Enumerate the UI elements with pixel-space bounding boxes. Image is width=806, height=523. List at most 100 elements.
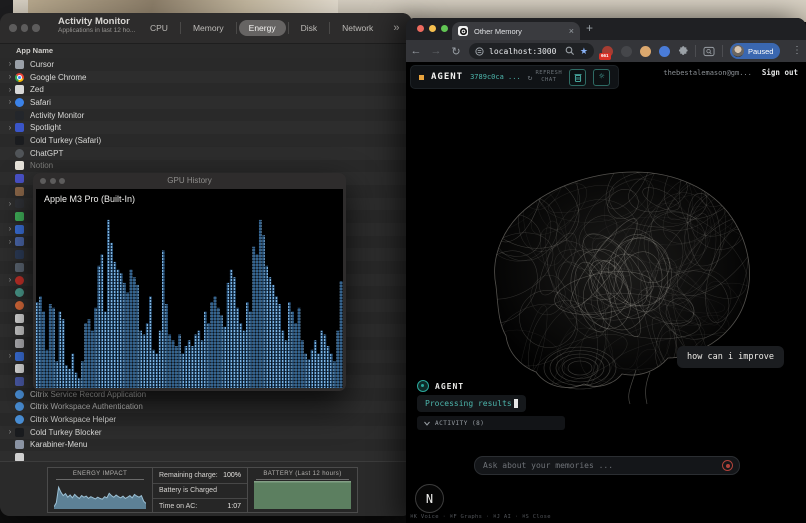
extension-red-icon[interactable]: 661: [602, 46, 613, 57]
extensions-puzzle-icon[interactable]: [677, 46, 688, 57]
refresh-chat-button[interactable]: ↻ REFRESH CHAT: [528, 70, 563, 83]
browser-tab[interactable]: Other Memory ×: [452, 22, 580, 40]
divider: [256, 479, 349, 480]
app-row[interactable]: Notion: [0, 160, 412, 173]
activity-monitor-footer: ENERGY IMPACT Remaining charge:100%Batte…: [0, 461, 412, 516]
info-value: 1:07: [227, 503, 241, 510]
minimize-window-button[interactable]: [21, 24, 29, 32]
window-controls: [417, 25, 448, 32]
close-window-button[interactable]: [9, 24, 17, 32]
new-tab-button[interactable]: +: [586, 21, 593, 35]
app-row[interactable]: Citrix Workspace Helper: [0, 413, 412, 426]
app-row[interactable]: ›Safari: [0, 96, 412, 109]
tab-energy[interactable]: Energy: [239, 20, 286, 36]
app-icon: [15, 212, 24, 221]
zoom-icon[interactable]: [565, 46, 575, 56]
minimize-window-button[interactable]: [50, 178, 56, 184]
maximize-window-button[interactable]: [32, 24, 40, 32]
tab-cpu[interactable]: CPU: [140, 20, 178, 36]
extensions-row: 661 Paused: [602, 40, 780, 62]
app-row[interactable]: ChatGPT: [0, 147, 412, 160]
app-icon: [15, 250, 24, 259]
agent-status-bubble: Processing results: [417, 395, 526, 412]
agent-message-header: AGENT: [417, 380, 464, 392]
close-window-button[interactable]: [417, 25, 424, 32]
app-row[interactable]: › Cold Turkey Blocker: [0, 426, 412, 439]
app-logo[interactable]: N: [415, 484, 444, 513]
extension-blue-icon[interactable]: [659, 46, 670, 57]
app-icon: [15, 149, 24, 158]
agent-message-label: AGENT: [435, 382, 464, 391]
disclosure-icon[interactable]: ›: [5, 200, 15, 208]
app-row[interactable]: ›Spotlight: [0, 121, 412, 134]
sun-icon: ☼: [599, 72, 604, 82]
disclosure-icon[interactable]: ›: [5, 276, 15, 284]
app-icon: [15, 161, 24, 170]
app-row[interactable]: Cold Turkey (Safari): [0, 134, 412, 147]
disclosure-icon[interactable]: ›: [5, 98, 15, 106]
delete-chat-button[interactable]: [569, 69, 586, 86]
agent-session-id: 3789c0ca ...: [470, 73, 521, 81]
app-name: Activity Monitor: [30, 111, 84, 120]
app-name: Cold Turkey Blocker: [30, 428, 102, 437]
reload-icon[interactable]: ↻: [446, 45, 466, 58]
record-button[interactable]: [722, 460, 733, 471]
app-row[interactable]: ›Cursor: [0, 58, 412, 71]
app-icon: [15, 98, 24, 107]
activity-monitor-tabs: CPU Memory Energy DiskNetwork »: [140, 13, 412, 43]
memories-input[interactable]: [481, 460, 722, 471]
theme-toggle-button[interactable]: ☼: [593, 69, 610, 86]
activity-accordion[interactable]: ACTIVITY (8): [417, 416, 565, 430]
tab-disk[interactable]: Disk: [291, 20, 328, 36]
account-area: thebestalemason@gm... Sign out: [663, 68, 798, 77]
site-info-icon[interactable]: [475, 47, 484, 56]
disclosure-icon[interactable]: ›: [5, 225, 15, 233]
maximize-window-button[interactable]: [59, 178, 65, 184]
tab-search-icon[interactable]: [703, 46, 715, 57]
maximize-window-button[interactable]: [441, 25, 448, 32]
close-window-button[interactable]: [40, 178, 46, 184]
app-icon: [15, 123, 24, 132]
account-email: thebestalemason@gm...: [663, 69, 752, 77]
tab-memory[interactable]: Memory: [183, 20, 234, 36]
disclosure-icon[interactable]: ›: [5, 124, 15, 132]
back-icon[interactable]: ←: [406, 45, 426, 57]
toolbar-divider: [722, 45, 723, 57]
disclosure-icon[interactable]: ›: [5, 73, 15, 81]
bookmark-star-icon[interactable]: ★: [580, 46, 588, 57]
app-name: Google Chrome: [30, 73, 86, 82]
overflow-chevron-icon[interactable]: »: [393, 22, 399, 34]
url-text[interactable]: localhost:3000: [489, 47, 565, 56]
sign-out-button[interactable]: Sign out: [762, 68, 798, 77]
app-row[interactable]: ›Zed: [0, 83, 412, 96]
app-row[interactable]: Karabiner-Menu: [0, 439, 412, 452]
disclosure-icon[interactable]: ›: [5, 238, 15, 246]
minimize-window-button[interactable]: [429, 25, 436, 32]
tab-divider: [288, 22, 289, 34]
app-icon: [15, 225, 24, 234]
address-bar[interactable]: localhost:3000 ★: [469, 43, 594, 59]
disclosure-icon[interactable]: ›: [5, 86, 15, 94]
browser-menu-icon[interactable]: ⋮: [792, 40, 802, 62]
gpu-history-window: GPU History Apple M3 Pro (Built-In): [33, 173, 346, 391]
extension-gray-icon[interactable]: [621, 46, 632, 57]
app-icon: [15, 276, 24, 285]
agent-avatar-icon: [417, 380, 429, 392]
window-controls: [40, 178, 65, 184]
forward-icon[interactable]: →: [426, 45, 446, 57]
disclosure-icon[interactable]: ›: [5, 428, 15, 436]
app-row[interactable]: › Google Chrome: [0, 71, 412, 84]
disclosure-icon[interactable]: ›: [5, 60, 15, 68]
app-row[interactable]: Citrix Workspace Authentication: [0, 401, 412, 414]
gpu-history-chart: [36, 189, 343, 388]
refresh-chat-label-1: REFRESH: [536, 70, 563, 76]
app-name: Citrix Workspace Authentication: [30, 402, 143, 411]
extension-tan-icon[interactable]: [640, 46, 651, 57]
app-row[interactable]: Activity Monitor: [0, 109, 412, 122]
tab-network[interactable]: Network: [332, 20, 383, 36]
column-header-app-name[interactable]: App Name: [0, 44, 412, 59]
profile-chip[interactable]: Paused: [730, 43, 780, 59]
tab-close-icon[interactable]: ×: [569, 26, 574, 36]
disclosure-icon[interactable]: ›: [5, 352, 15, 360]
window-controls: [9, 24, 40, 32]
